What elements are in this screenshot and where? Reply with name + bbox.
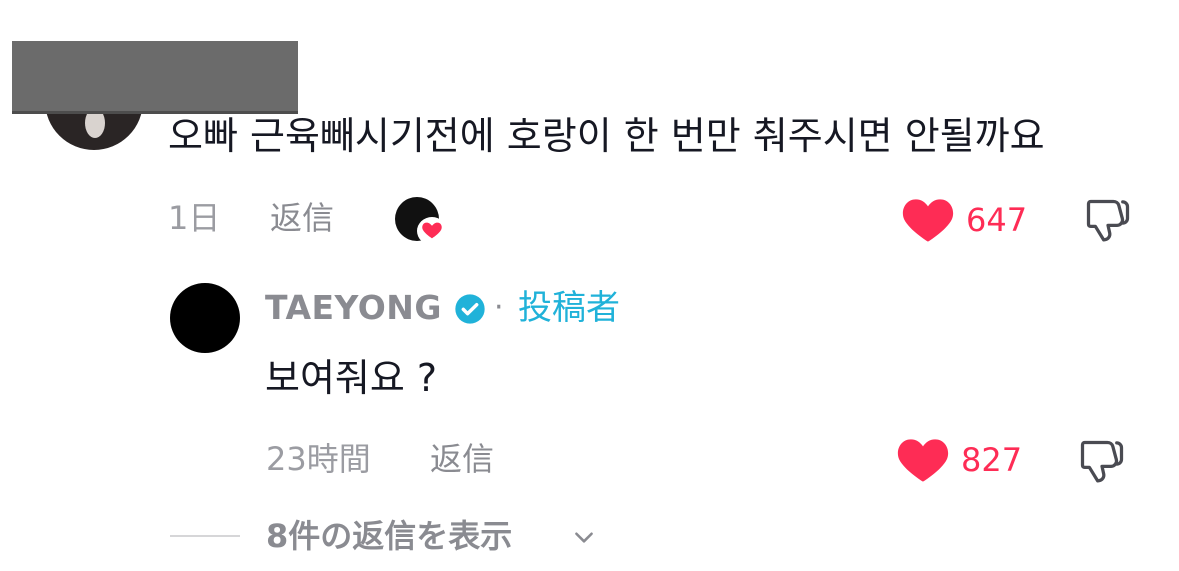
reply-text: 보여줘요 ? bbox=[265, 356, 438, 400]
replies-divider bbox=[170, 535, 240, 537]
thumbs-down-icon bbox=[1086, 199, 1130, 242]
reply-like-button[interactable] bbox=[897, 436, 949, 484]
reply-like-count: 827 bbox=[961, 441, 1023, 479]
comment-reply-button[interactable]: 返信 bbox=[270, 196, 334, 240]
redacted-username bbox=[12, 41, 298, 114]
reply-dislike-button[interactable] bbox=[1076, 436, 1128, 488]
comment-like-button[interactable] bbox=[902, 196, 954, 244]
author-separator: · bbox=[494, 290, 504, 325]
comment-text: 오빠 근육빼시기전에 호랑이 한 번만 춰주시면 안될까요 bbox=[168, 114, 1045, 158]
creator-badge: 投稿者 bbox=[518, 288, 620, 328]
heart-icon bbox=[902, 199, 954, 242]
heart-icon bbox=[897, 439, 949, 482]
comment-like-count: 647 bbox=[966, 201, 1028, 239]
reply-author-avatar[interactable] bbox=[170, 283, 240, 353]
creator-liked-icon bbox=[395, 197, 447, 245]
comment-dislike-button[interactable] bbox=[1082, 195, 1134, 247]
chevron-down-icon[interactable] bbox=[571, 524, 597, 550]
verified-check-icon bbox=[454, 293, 486, 325]
reply-author-name[interactable]: TAEYONG bbox=[265, 286, 442, 330]
comment-timestamp: 1日 bbox=[168, 199, 221, 237]
view-replies-button[interactable]: 8件の返信を表示 bbox=[266, 514, 512, 558]
reply-reply-button[interactable]: 返信 bbox=[430, 437, 494, 481]
thumbs-down-icon bbox=[1080, 440, 1124, 483]
reply-timestamp: 23時間 bbox=[266, 440, 371, 478]
